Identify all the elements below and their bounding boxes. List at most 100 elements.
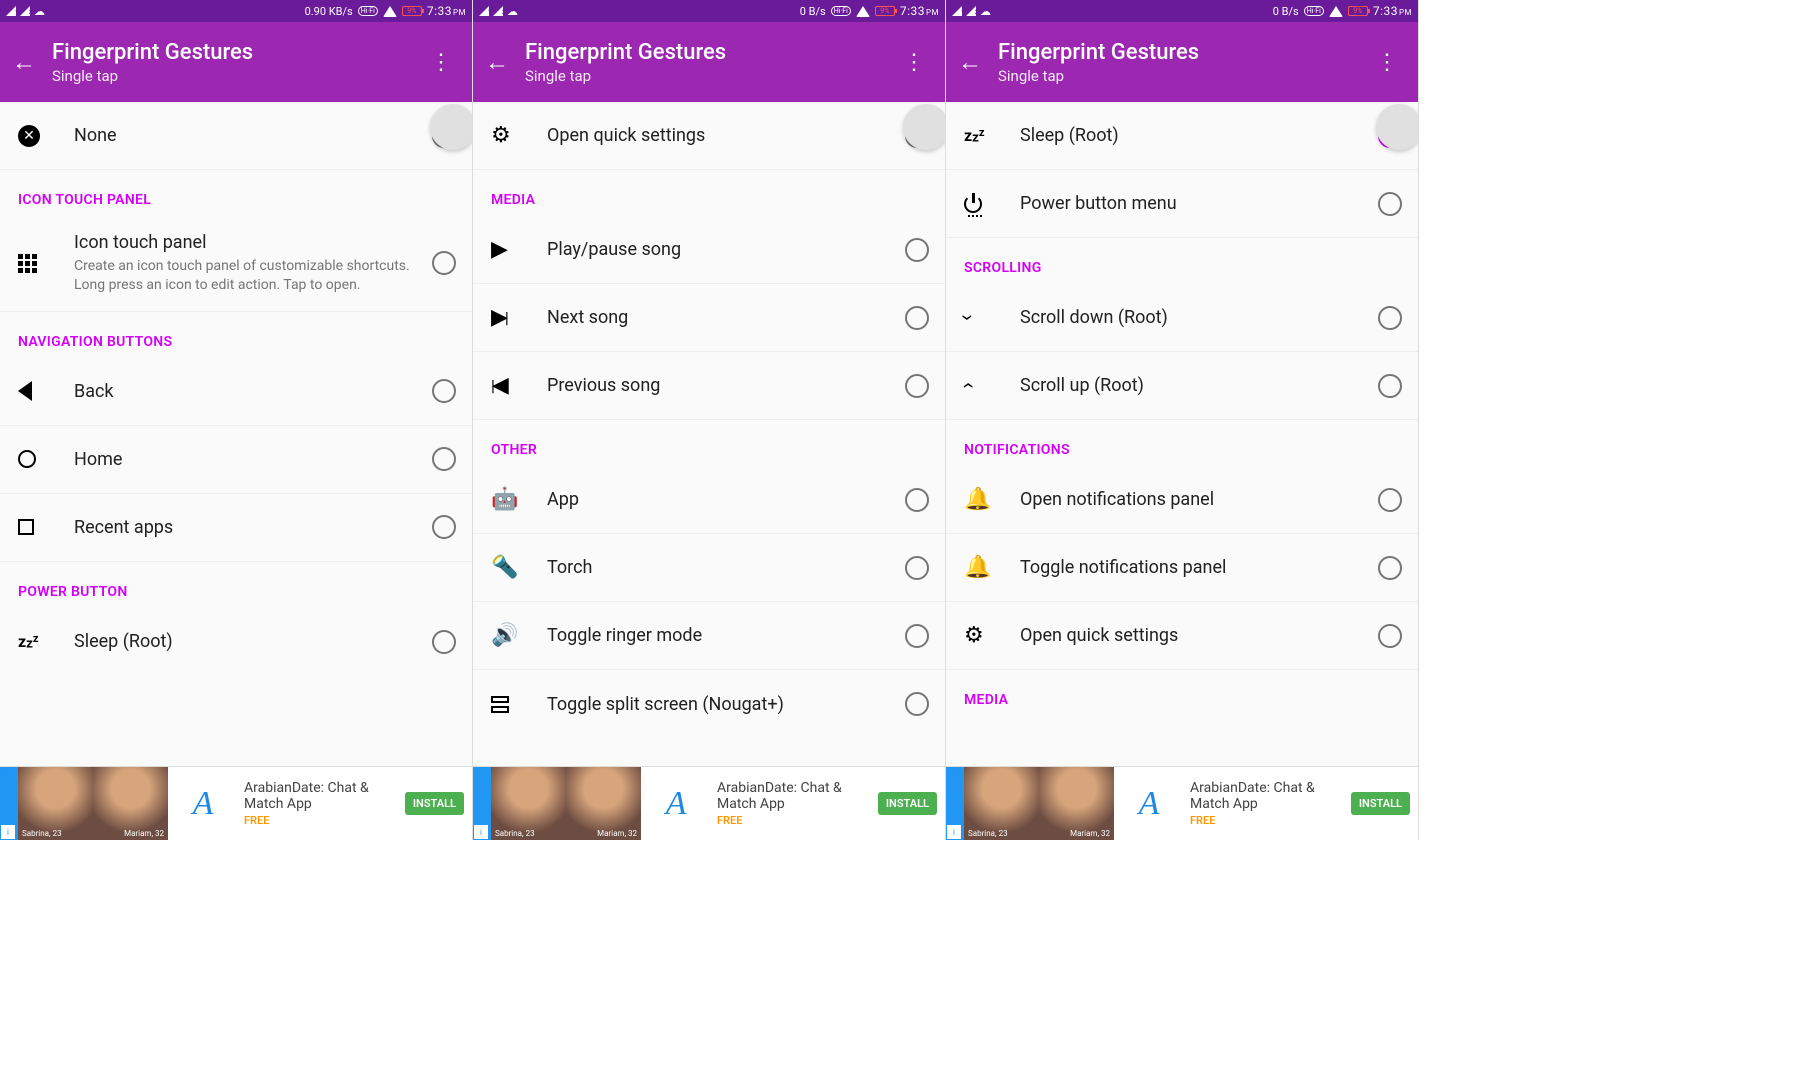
- ad-title: ArabianDate: Chat & Match App: [1190, 780, 1345, 812]
- radio[interactable]: [432, 251, 456, 275]
- option-play-pause[interactable]: ▶ Play/pause song: [473, 216, 945, 284]
- radio[interactable]: [905, 692, 929, 716]
- back-arrow-icon[interactable]: ←: [12, 48, 52, 77]
- radio[interactable]: [1378, 556, 1402, 580]
- radio[interactable]: [905, 556, 929, 580]
- app-bar: ← Fingerprint Gestures Single tap ⋮: [946, 22, 1418, 102]
- option-recent-apps[interactable]: Recent apps: [0, 494, 472, 562]
- ad-install-button[interactable]: INSTALL: [1351, 792, 1410, 815]
- option-ringer[interactable]: 🔊 Toggle ringer mode: [473, 602, 945, 670]
- ad-banner[interactable]: ✕ i Sabrina, 23Mariam, 32 A ArabianDate:…: [946, 766, 1418, 840]
- radio[interactable]: [905, 488, 929, 512]
- option-none[interactable]: ✕ None: [0, 102, 472, 170]
- clock: 7:33PM: [900, 4, 939, 18]
- ad-close-icon[interactable]: ✕: [473, 767, 487, 781]
- ad-info-icon[interactable]: i: [473, 824, 489, 840]
- app-title: Fingerprint Gestures: [52, 40, 422, 65]
- back-arrow-icon[interactable]: ←: [958, 48, 998, 77]
- option-toggle-notifications[interactable]: 🔔 Toggle notifications panel: [946, 534, 1418, 602]
- signal-1-icon: 1: [479, 6, 489, 16]
- home-circle-icon: [18, 450, 36, 468]
- floating-hint[interactable]: [430, 104, 473, 150]
- ad-title: ArabianDate: Chat & Match App: [717, 780, 872, 812]
- radio[interactable]: [432, 515, 456, 539]
- status-bar: 1 2 ☁ 0 B/s Hi·Fi 9% 7:33PM: [473, 0, 945, 22]
- option-label: Play/pause song: [547, 239, 905, 260]
- ad-banner[interactable]: ✕ i Sabrina, 23Mariam, 32 A ArabianDate:…: [0, 766, 472, 840]
- prev-track-icon: |◀: [491, 373, 547, 398]
- app-subtitle: Single tap: [525, 67, 895, 85]
- option-quick-settings[interactable]: ⚙ Open quick settings: [946, 602, 1418, 670]
- android-icon: 🤖: [491, 487, 547, 512]
- option-prev-song[interactable]: |◀ Previous song: [473, 352, 945, 420]
- app-subtitle: Single tap: [998, 67, 1368, 85]
- option-torch[interactable]: 🔦 Torch: [473, 534, 945, 602]
- radio[interactable]: [1378, 488, 1402, 512]
- section-notifications: NOTIFICATIONS: [946, 420, 1418, 466]
- option-label: Toggle notifications panel: [1020, 557, 1378, 578]
- next-track-icon: ▶|: [491, 305, 547, 330]
- ad-install-button[interactable]: INSTALL: [878, 792, 937, 815]
- radio[interactable]: [905, 374, 929, 398]
- ad-banner[interactable]: ✕ i Sabrina, 23Mariam, 32 A ArabianDate:…: [473, 766, 945, 840]
- chevron-down-icon: ›: [964, 305, 1020, 330]
- option-icon-touch-panel[interactable]: Icon touch panel Create an icon touch pa…: [0, 216, 472, 312]
- back-arrow-icon[interactable]: ←: [485, 48, 525, 77]
- option-split-screen[interactable]: Toggle split screen (Nougat+): [473, 670, 945, 738]
- radio[interactable]: [432, 447, 456, 471]
- option-label: Sleep (Root): [1020, 125, 1378, 146]
- signal-1-icon: 1: [952, 6, 962, 16]
- torch-icon: 🔦: [491, 555, 547, 580]
- radio[interactable]: [1378, 624, 1402, 648]
- ad-close-icon[interactable]: ✕: [946, 767, 960, 781]
- net-speed: 0.90 KB/s: [305, 5, 353, 18]
- ad-install-button[interactable]: INSTALL: [405, 792, 464, 815]
- radio[interactable]: [432, 379, 456, 403]
- chevron-up-icon: ›: [964, 373, 1020, 398]
- radio[interactable]: [905, 624, 929, 648]
- option-quick-settings[interactable]: ⚙ Open quick settings: [473, 102, 945, 170]
- signal-2-icon: 2: [493, 6, 503, 16]
- option-label: Power button menu: [1020, 193, 1378, 214]
- overflow-menu-icon[interactable]: ⋮: [1368, 50, 1406, 75]
- ad-info-icon[interactable]: i: [946, 824, 962, 840]
- floating-hint[interactable]: [1376, 104, 1419, 150]
- wifi-icon: [1329, 6, 1343, 17]
- option-sleep[interactable]: zzz Sleep (Root): [0, 608, 472, 676]
- option-home[interactable]: Home: [0, 426, 472, 494]
- option-app[interactable]: 🤖 App: [473, 466, 945, 534]
- overflow-menu-icon[interactable]: ⋮: [895, 50, 933, 75]
- option-scroll-up[interactable]: › Scroll up (Root): [946, 352, 1418, 420]
- ad-info-icon[interactable]: i: [0, 824, 16, 840]
- option-back[interactable]: Back: [0, 358, 472, 426]
- power-icon: [964, 195, 982, 213]
- radio[interactable]: [1378, 306, 1402, 330]
- options-list[interactable]: ⚙ Open quick settings MEDIA ▶ Play/pause…: [473, 102, 945, 766]
- section-media: MEDIA: [946, 670, 1418, 716]
- ad-close-icon[interactable]: ✕: [0, 767, 14, 781]
- option-open-notifications[interactable]: 🔔 Open notifications panel: [946, 466, 1418, 534]
- clock: 7:33PM: [1373, 4, 1412, 18]
- screen-1: 1 2 ☁ 0.90 KB/s Hi·Fi 9% 7:33PM ← Finger…: [0, 0, 473, 840]
- sleep-icon: zzz: [18, 632, 74, 651]
- radio[interactable]: [432, 630, 456, 654]
- split-screen-icon: [491, 696, 509, 713]
- radio[interactable]: [905, 306, 929, 330]
- radio[interactable]: [1378, 374, 1402, 398]
- options-list[interactable]: ✕ None ICON TOUCH PANEL Icon touch panel…: [0, 102, 472, 766]
- ad-logo-icon: A: [168, 767, 238, 840]
- overflow-menu-icon[interactable]: ⋮: [422, 50, 460, 75]
- option-scroll-down[interactable]: › Scroll down (Root): [946, 284, 1418, 352]
- option-next-song[interactable]: ▶| Next song: [473, 284, 945, 352]
- screen-2: 1 2 ☁ 0 B/s Hi·Fi 9% 7:33PM ← Fingerprin…: [473, 0, 946, 840]
- option-sleep[interactable]: zzz Sleep (Root): [946, 102, 1418, 170]
- radio[interactable]: [1378, 192, 1402, 216]
- options-list[interactable]: zzz Sleep (Root) Power button menu SCROL…: [946, 102, 1418, 766]
- sleep-icon: zzz: [964, 126, 1020, 145]
- radio[interactable]: [905, 238, 929, 262]
- option-power-menu[interactable]: Power button menu: [946, 170, 1418, 238]
- floating-hint[interactable]: [903, 104, 946, 150]
- ad-image: Sabrina, 23Mariam, 32: [18, 767, 168, 840]
- option-label: Sleep (Root): [74, 631, 432, 652]
- signal-2-icon: 2: [966, 6, 976, 16]
